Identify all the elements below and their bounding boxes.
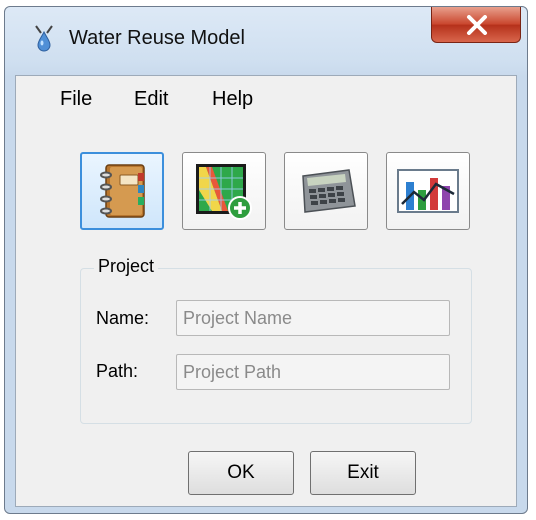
project-group-label: Project xyxy=(94,256,159,277)
window-title: Water Reuse Model xyxy=(69,27,245,49)
exit-button[interactable]: Exit xyxy=(310,451,416,495)
project-group xyxy=(80,268,472,424)
chart-button[interactable] xyxy=(386,152,470,230)
title-bar[interactable]: Water Reuse Model xyxy=(5,7,527,75)
close-button[interactable] xyxy=(431,7,521,43)
project-path-input[interactable] xyxy=(176,354,450,390)
close-icon xyxy=(467,15,487,35)
menu-help[interactable]: Help xyxy=(212,86,253,113)
water-drop-app-icon xyxy=(33,24,55,52)
notebook-button[interactable] xyxy=(80,152,164,230)
dialog-client-area: File Edit Help Project Name: Project Nam… xyxy=(15,75,517,507)
ok-button[interactable]: OK xyxy=(188,451,294,495)
menu-edit[interactable]: Edit xyxy=(134,86,168,113)
name-label: Name: xyxy=(96,308,150,328)
path-label: Path: xyxy=(96,361,139,381)
calculator-button[interactable] xyxy=(284,152,368,230)
chart-icon xyxy=(397,169,459,213)
menu-file[interactable]: File xyxy=(60,86,92,113)
project-name-input[interactable] xyxy=(176,300,450,336)
menu-bar: File Edit Help xyxy=(16,76,516,120)
app-window: Water Reuse Model File Edit Help Project… xyxy=(4,6,528,514)
map-add-icon xyxy=(196,164,252,220)
calculator-icon xyxy=(302,169,356,213)
add-map-button[interactable] xyxy=(182,152,266,230)
notebook-icon xyxy=(100,164,145,218)
